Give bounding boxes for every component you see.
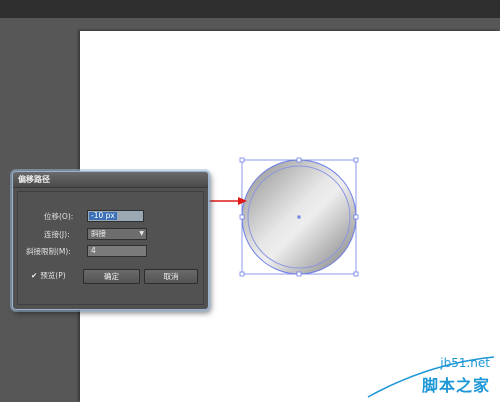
joins-value: 斜接 — [91, 229, 106, 238]
dialog-title: 偏移路径 — [18, 175, 50, 184]
preview-label: 预览(P) — [40, 271, 66, 280]
dialog-title-bar[interactable]: 偏移路径 — [13, 172, 208, 188]
preview-checkbox[interactable]: ✔ 预览(P) — [31, 270, 66, 281]
cancel-button[interactable]: 取消 — [144, 269, 198, 284]
center-point — [297, 215, 301, 219]
checkmark-icon: ✔ — [31, 271, 38, 280]
offset-label: 位移(O): — [44, 212, 74, 221]
offset-value: -10 px — [89, 211, 117, 220]
miter-limit-value: 4 — [91, 246, 96, 255]
dialog-body: 位移(O): -10 px 连接(J): 斜接 ▼ 斜接限制(M): 4 ✔ 预览… — [17, 191, 204, 305]
watermark-site: jb51.net — [440, 356, 490, 370]
watermark: jb51.net 脚本之家 — [366, 354, 496, 398]
joins-label: 连接(J): — [44, 230, 70, 239]
miter-limit-input[interactable]: 4 — [87, 245, 147, 257]
ok-button[interactable]: 确定 — [83, 269, 140, 284]
chevron-down-icon: ▼ — [139, 230, 144, 237]
offset-input[interactable]: -10 px — [87, 210, 144, 222]
watermark-brand: 脚本之家 — [421, 376, 490, 395]
offset-path-dialog: 偏移路径 位移(O): -10 px 连接(J): 斜接 ▼ 斜接限制(M): … — [12, 171, 209, 310]
miter-limit-label: 斜接限制(M): — [26, 247, 71, 256]
joins-select[interactable]: 斜接 ▼ — [87, 228, 147, 240]
